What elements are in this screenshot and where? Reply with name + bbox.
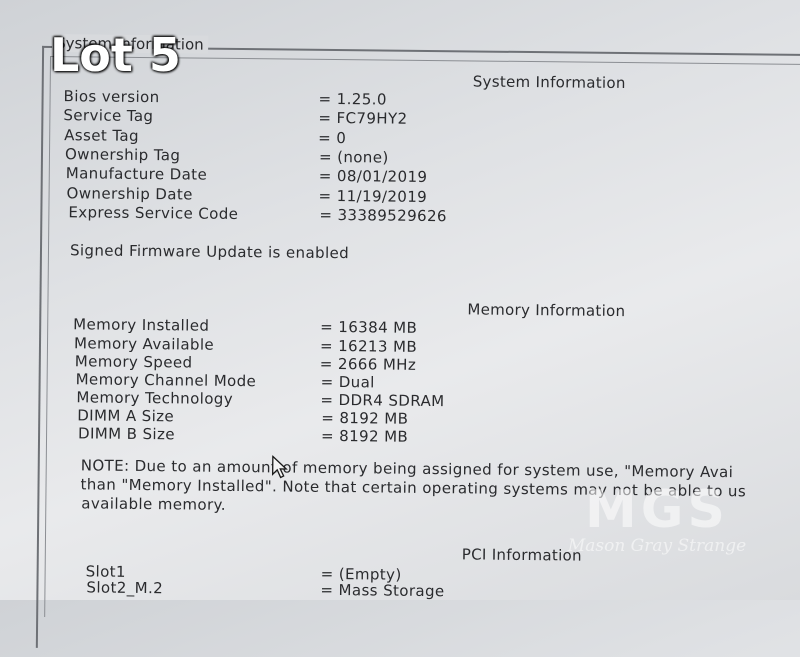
mouse-pointer-icon xyxy=(271,454,290,483)
memory-speed-label: Memory Speed xyxy=(74,352,193,372)
bios-version-value: = 1.25.0 xyxy=(318,89,387,109)
system-information-title: System Information xyxy=(472,72,626,93)
memory-technology-value: = DDR4 SDRAM xyxy=(320,390,445,411)
memory-channel-mode-value: = Dual xyxy=(320,372,375,392)
express-service-code-label: Express Service Code xyxy=(68,203,239,223)
dimm-b-size-label: DIMM B Size xyxy=(77,424,176,444)
ownership-tag-value: = (none) xyxy=(318,147,389,167)
memory-technology-label: Memory Technology xyxy=(76,388,234,408)
manufacture-date-label: Manufacture Date xyxy=(65,164,208,184)
watermark-subtitle: Mason Gray Strange xyxy=(567,536,747,556)
slot2-m2-label: Slot2_M.2 xyxy=(86,578,164,598)
asset-tag-value: = 0 xyxy=(318,128,347,148)
ownership-date-label: Ownership Date xyxy=(66,184,193,204)
lot-number-label: Lot 5 xyxy=(50,28,181,82)
asset-tag-label: Asset Tag xyxy=(64,126,140,145)
memory-available-value: = 16213 MB xyxy=(319,336,418,356)
memory-note-line-3: available memory. xyxy=(81,494,227,514)
memory-installed-value: = 16384 MB xyxy=(320,317,418,337)
bios-version-label: Bios version xyxy=(63,87,160,107)
dimm-a-size-value: = 8192 MB xyxy=(321,408,409,428)
memory-installed-label: Memory Installed xyxy=(73,315,210,335)
express-service-code-value: = 33389529626 xyxy=(319,205,447,226)
memory-information-title: Memory Information xyxy=(467,300,626,321)
service-tag-label: Service Tag xyxy=(63,106,154,126)
memory-available-label: Memory Available xyxy=(73,334,215,354)
ownership-date-value: = 11/19/2019 xyxy=(318,186,428,206)
manufacture-date-value: = 08/01/2019 xyxy=(318,166,428,186)
ownership-tag-label: Ownership Tag xyxy=(64,145,181,165)
slot2-m2-value: = Mass Storage xyxy=(320,580,445,601)
memory-channel-mode-label: Memory Channel Mode xyxy=(75,370,257,391)
firmware-status-text: Signed Firmware Update is enabled xyxy=(69,241,350,263)
watermark-logo: MGS xyxy=(585,480,729,540)
dimm-a-size-label: DIMM A Size xyxy=(77,406,175,426)
dimm-b-size-value: = 8192 MB xyxy=(320,426,409,446)
memory-speed-value: = 2666 MHz xyxy=(319,354,417,374)
watermark: MGS Mason Gray Strange xyxy=(562,484,752,556)
service-tag-value: = FC79HY2 xyxy=(318,108,408,128)
